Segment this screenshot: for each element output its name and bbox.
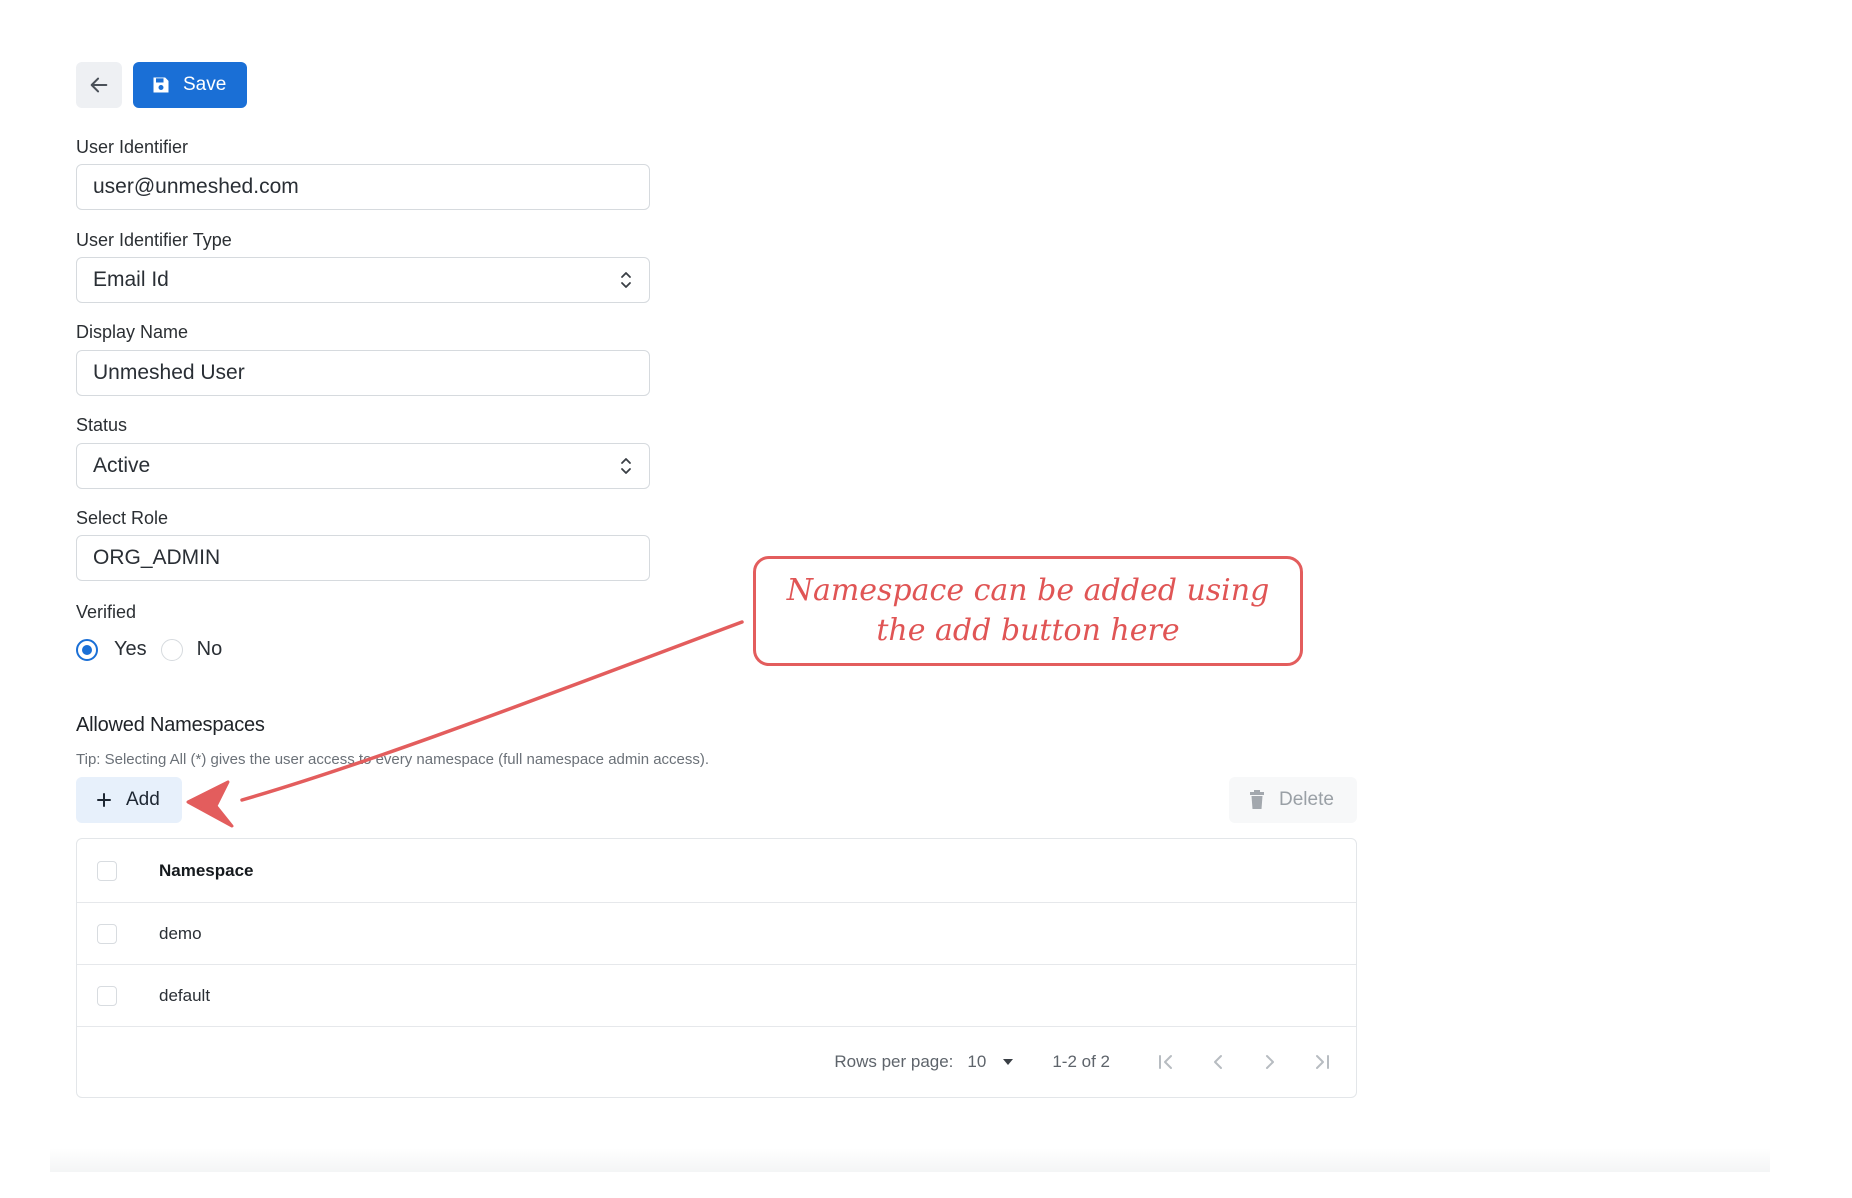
annotation-arrow	[186, 620, 744, 828]
